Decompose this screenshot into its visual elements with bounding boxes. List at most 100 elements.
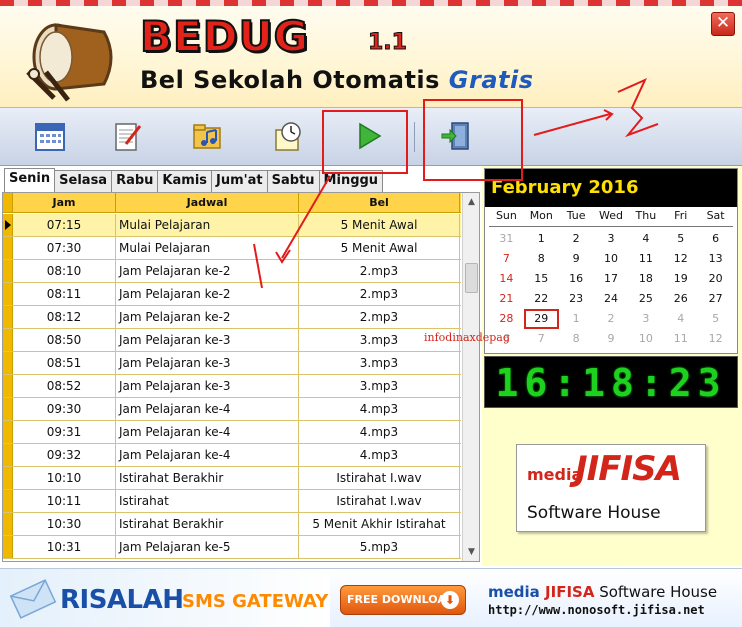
row-indicator[interactable] (3, 421, 13, 443)
footer-url[interactable]: http://www.nonosoft.jifisa.net (488, 603, 705, 617)
row-indicator[interactable] (3, 283, 13, 305)
calendar-day[interactable]: 5 (663, 229, 698, 249)
calendar-day[interactable]: 8 (524, 249, 559, 269)
calendar-day[interactable]: 2 (594, 309, 629, 329)
cell-jadwal[interactable]: Jam Pelajaran ke-4 (116, 444, 299, 466)
cell-bel[interactable]: 3.mp3 (299, 375, 460, 397)
calendar-day[interactable]: 26 (663, 289, 698, 309)
table-row[interactable]: 10:11 Istirahat Istirahat I.wav (3, 490, 461, 513)
cell-jadwal[interactable]: Jam Pelajaran ke-2 (116, 306, 299, 328)
cell-bel[interactable]: 3.mp3 (299, 352, 460, 374)
cell-bel[interactable]: 5.mp3 (299, 536, 460, 558)
calendar-day[interactable]: 21 (489, 289, 524, 309)
cell-jam[interactable]: 10:31 (13, 536, 116, 558)
row-indicator[interactable] (3, 352, 13, 374)
calendar-day[interactable]: 4 (663, 309, 698, 329)
row-indicator[interactable] (3, 260, 13, 282)
cell-jadwal[interactable]: Jam Pelajaran ke-4 (116, 421, 299, 443)
calendar[interactable]: February 2016 Sun Mon Tue Wed Thu Fri Sat 31 1 2… (484, 168, 738, 354)
cell-jadwal[interactable]: Jam Pelajaran ke-2 (116, 260, 299, 282)
cell-jam[interactable]: 08:50 (13, 329, 116, 351)
calendar-day[interactable]: 19 (663, 269, 698, 289)
cell-bel[interactable]: 5 Menit Akhir Istirahat (299, 513, 460, 535)
row-indicator[interactable] (3, 329, 13, 351)
column-header-bel[interactable]: Bel (299, 193, 460, 212)
column-header-jam[interactable]: Jam (13, 193, 116, 212)
calendar-day[interactable]: 7 (489, 249, 524, 269)
calendar-day[interactable]: 4 (628, 229, 663, 249)
calendar-day[interactable]: 13 (698, 249, 733, 269)
tab-kamis[interactable]: Kamis (157, 170, 213, 192)
column-header-jadwal[interactable]: Jadwal (116, 193, 299, 212)
calendar-day[interactable]: 11 (628, 249, 663, 269)
row-indicator[interactable] (3, 536, 13, 558)
close-button[interactable]: ✕ (711, 12, 735, 36)
cell-jam[interactable]: 08:11 (13, 283, 116, 305)
calendar-day[interactable]: 1 (559, 309, 594, 329)
sound-files-button[interactable] (190, 118, 226, 154)
cell-jadwal[interactable]: Mulai Pelajaran (116, 237, 299, 259)
cell-jadwal[interactable]: Istirahat (116, 490, 299, 512)
tab-minggu[interactable]: Minggu (318, 170, 384, 192)
exit-button[interactable] (438, 118, 474, 154)
calendar-day[interactable]: 15 (524, 269, 559, 289)
cell-jadwal[interactable]: Jam Pelajaran ke-3 (116, 375, 299, 397)
cell-jam[interactable]: 10:11 (13, 490, 116, 512)
cell-jam[interactable]: 08:10 (13, 260, 116, 282)
cell-jadwal[interactable]: Jam Pelajaran ke-2 (116, 283, 299, 305)
cell-bel[interactable]: 2.mp3 (299, 306, 460, 328)
grid-scrollbar[interactable]: ▲ ▼ (462, 193, 479, 561)
scroll-thumb[interactable] (465, 263, 478, 293)
table-row[interactable]: 08:12 Jam Pelajaran ke-2 2.mp3 (3, 306, 461, 329)
cell-jam[interactable]: 10:10 (13, 467, 116, 489)
calendar-day[interactable]: 20 (698, 269, 733, 289)
cell-jadwal[interactable]: Jam Pelajaran ke-3 (116, 352, 299, 374)
cell-jam[interactable]: 09:31 (13, 421, 116, 443)
table-row[interactable]: 10:31 Jam Pelajaran ke-5 5.mp3 (3, 536, 461, 559)
cell-bel[interactable]: Istirahat I.wav (299, 490, 460, 512)
tab-sabtu[interactable]: Sabtu (266, 170, 320, 192)
table-row[interactable]: 10:10 Istirahat Berakhir Istirahat I.wav (3, 467, 461, 490)
calendar-day[interactable]: 1 (524, 229, 559, 249)
row-indicator[interactable] (3, 490, 13, 512)
row-indicator[interactable] (3, 513, 13, 535)
table-row[interactable]: 08:52 Jam Pelajaran ke-3 3.mp3 (3, 375, 461, 398)
calendar-day[interactable]: 18 (628, 269, 663, 289)
cell-jam[interactable]: 08:52 (13, 375, 116, 397)
table-row[interactable]: 07:30 Mulai Pelajaran 5 Menit Awal (3, 237, 461, 260)
play-button[interactable] (350, 118, 386, 154)
cell-bel[interactable]: 2.mp3 (299, 260, 460, 282)
row-indicator[interactable] (3, 398, 13, 420)
cell-jadwal[interactable]: Jam Pelajaran ke-5 (116, 536, 299, 558)
row-indicator[interactable] (3, 306, 13, 328)
calendar-day[interactable]: 9 (559, 249, 594, 269)
cell-bel[interactable]: 4.mp3 (299, 398, 460, 420)
calendar-day[interactable]: 10 (594, 249, 629, 269)
calendar-day[interactable]: 8 (559, 329, 594, 349)
tab-rabu[interactable]: Rabu (111, 170, 159, 192)
cell-bel[interactable]: 5 Menit Awal (299, 237, 460, 259)
table-row[interactable]: 08:51 Jam Pelajaran ke-3 3.mp3 (3, 352, 461, 375)
cell-jam[interactable]: 08:51 (13, 352, 116, 374)
tab-jumat[interactable]: Jum'at (211, 170, 268, 192)
calendar-day[interactable]: 3 (594, 229, 629, 249)
calendar-day[interactable]: 7 (524, 329, 559, 349)
calendar-day[interactable]: 14 (489, 269, 524, 289)
cell-bel[interactable]: 4.mp3 (299, 421, 460, 443)
calendar-day[interactable]: 9 (594, 329, 629, 349)
calendar-day[interactable]: 28 (489, 309, 524, 329)
table-row[interactable]: 10:30 Istirahat Berakhir 5 Menit Akhir Ist… (3, 513, 461, 536)
calendar-day[interactable]: 10 (628, 329, 663, 349)
schedule-edit-button[interactable] (110, 118, 146, 154)
calendar-day[interactable]: 2 (559, 229, 594, 249)
cell-jadwal[interactable]: Istirahat Berakhir (116, 467, 299, 489)
calendar-day[interactable]: 6 (698, 229, 733, 249)
cell-jadwal[interactable]: Mulai Pelajaran (116, 214, 299, 236)
row-indicator[interactable] (3, 467, 13, 489)
cell-bel[interactable]: 4.mp3 (299, 444, 460, 466)
calendar-day[interactable]: 23 (559, 289, 594, 309)
calendar-day-today[interactable]: 29 (523, 309, 559, 329)
time-settings-button[interactable] (270, 118, 306, 154)
table-row[interactable]: 08:11 Jam Pelajaran ke-2 2.mp3 (3, 283, 461, 306)
cell-bel[interactable]: 2.mp3 (299, 283, 460, 305)
